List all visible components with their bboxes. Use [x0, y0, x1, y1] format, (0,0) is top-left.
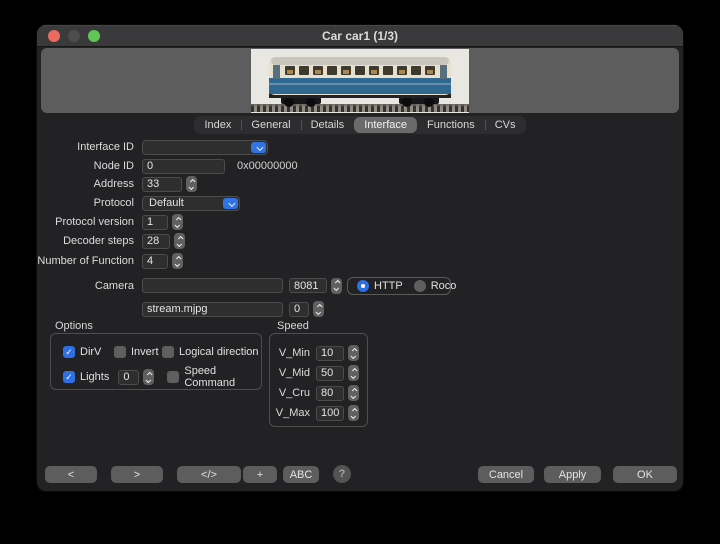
code-button[interactable]: </> [177, 466, 241, 483]
tab-functions[interactable]: Functions [417, 117, 485, 133]
speed-group-label: Speed [277, 320, 309, 332]
add-button[interactable]: + [243, 466, 277, 483]
camera-label: Camera [37, 280, 134, 292]
tab-details[interactable]: Details [301, 117, 355, 133]
camera-port-input[interactable] [289, 278, 327, 293]
vcru-label: V_Cru [279, 387, 310, 399]
address-input[interactable] [142, 177, 182, 192]
invert-label: Invert [131, 346, 159, 358]
prev-button[interactable]: < [45, 466, 97, 483]
camera-index-input[interactable] [289, 302, 309, 317]
vmin-stepper-icon[interactable] [348, 345, 359, 361]
tab-bar: Index General Details Interface Function… [37, 116, 683, 134]
vmax-label: V_Max [276, 407, 310, 419]
vmax-stepper-icon[interactable] [348, 405, 359, 421]
cancel-button[interactable]: Cancel [478, 466, 534, 483]
interface-id-label: Interface ID [37, 141, 134, 153]
invert-checkbox[interactable] [114, 346, 126, 358]
car-photo [251, 49, 469, 113]
car-properties-dialog: Car car1 (1/3) [36, 24, 684, 492]
vmid-input[interactable] [316, 366, 344, 381]
ok-button[interactable]: OK [613, 466, 677, 483]
http-radio[interactable] [357, 280, 369, 292]
speed-command-label: Speed Command [184, 365, 261, 389]
apply-button[interactable]: Apply [544, 466, 601, 483]
zoom-button[interactable] [88, 30, 100, 42]
titlebar: Car car1 (1/3) [37, 25, 683, 47]
decoder-steps-label: Decoder steps [37, 235, 134, 247]
vmin-label: V_Min [279, 347, 310, 359]
speed-groupbox: V_Min V_Mid V_Cru V_Max [269, 333, 368, 427]
number-of-function-stepper-icon[interactable] [172, 253, 183, 269]
next-button[interactable]: > [111, 466, 163, 483]
window-title: Car car1 (1/3) [322, 29, 398, 43]
minimize-button [68, 30, 80, 42]
decoder-steps-input[interactable] [142, 234, 170, 249]
vmid-label: V_Mid [279, 367, 310, 379]
lights-stepper-icon[interactable] [143, 369, 154, 385]
interface-id-combo[interactable] [142, 140, 268, 155]
tab-interface[interactable]: Interface [354, 117, 417, 133]
lights-checkbox[interactable] [63, 371, 75, 383]
lights-value-input[interactable] [118, 370, 139, 385]
address-stepper-icon[interactable] [186, 176, 197, 192]
vcru-input[interactable] [316, 386, 344, 401]
tab-cvs[interactable]: CVs [485, 117, 526, 133]
protocol-combo[interactable]: Default [142, 196, 240, 211]
protocol-version-label: Protocol version [37, 216, 134, 228]
node-id-label: Node ID [37, 160, 134, 172]
speed-command-checkbox[interactable] [167, 371, 179, 383]
dirv-checkbox[interactable] [63, 346, 75, 358]
vcru-stepper-icon[interactable] [348, 385, 359, 401]
protocol-version-input[interactable] [142, 215, 168, 230]
protocol-version-stepper-icon[interactable] [172, 214, 183, 230]
logical-direction-checkbox[interactable] [162, 346, 174, 358]
help-button[interactable]: ? [333, 465, 351, 483]
chevron-down-icon[interactable] [223, 198, 238, 209]
camera-url-input[interactable] [142, 278, 283, 293]
dirv-label: DirV [80, 346, 101, 358]
camera-index-stepper-icon[interactable] [313, 301, 324, 317]
roco-radio-label: Roco [431, 280, 457, 292]
options-group-label: Options [55, 320, 93, 332]
vmax-input[interactable] [316, 406, 344, 421]
decoder-steps-stepper-icon[interactable] [174, 233, 185, 249]
camera-protocol-radiogroup: HTTP Roco [347, 277, 451, 295]
tab-general[interactable]: General [241, 117, 300, 133]
logical-direction-label: Logical direction [179, 346, 259, 358]
roco-radio[interactable] [414, 280, 426, 292]
tab-index[interactable]: Index [195, 117, 242, 133]
http-radio-label: HTTP [374, 280, 403, 292]
abc-button[interactable]: ABC [283, 466, 319, 483]
protocol-label: Protocol [37, 197, 134, 209]
car-image-panel [41, 48, 679, 113]
chevron-down-icon[interactable] [251, 142, 266, 153]
number-of-function-label: Number of Function [37, 255, 134, 267]
close-button[interactable] [48, 30, 60, 42]
node-id-input[interactable] [142, 159, 225, 174]
node-id-hex: 0x00000000 [237, 160, 298, 172]
camera-port-stepper-icon[interactable] [331, 278, 342, 294]
lights-label: Lights [80, 371, 109, 383]
vmin-input[interactable] [316, 346, 344, 361]
vmid-stepper-icon[interactable] [348, 365, 359, 381]
camera-stream-input[interactable] [142, 302, 283, 317]
address-label: Address [37, 178, 134, 190]
options-groupbox: DirV Invert Logical direction Lights Spe… [50, 333, 262, 390]
number-of-function-input[interactable] [142, 254, 168, 269]
